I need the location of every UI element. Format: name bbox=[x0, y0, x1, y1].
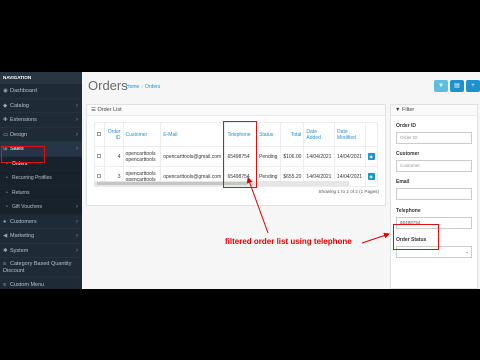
annotation-caption: filtered order list using telephone bbox=[225, 237, 352, 246]
annotation-arrows bbox=[246, 177, 390, 244]
arrow-to-telephone-filter bbox=[361, 232, 390, 244]
arrow-to-telephone-column bbox=[246, 177, 269, 234]
